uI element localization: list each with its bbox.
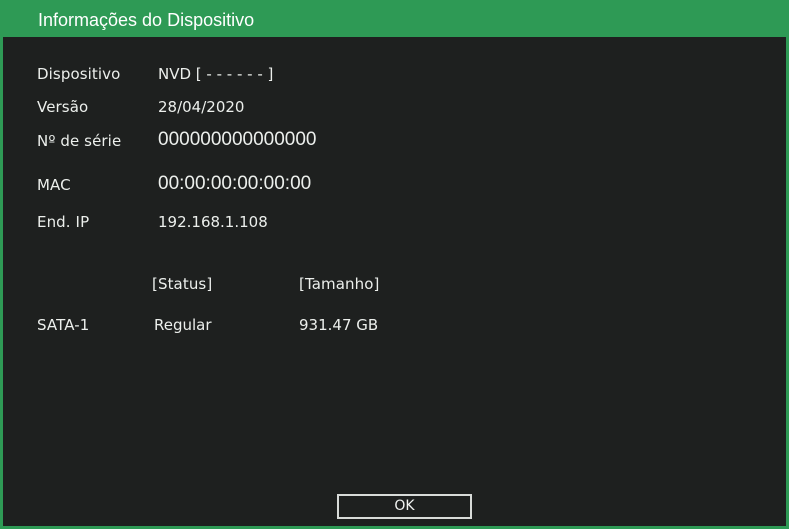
device-label: Dispositivo (37, 65, 121, 83)
version-label: Versão (37, 98, 89, 116)
ip-value: 192.168.1.108 (158, 213, 268, 231)
serial-value: 000000000000000 (158, 129, 317, 150)
mac-value: 00:00:00:00:00:00 (158, 173, 312, 194)
dialog-title: Informações do Dispositivo (38, 10, 255, 30)
device-value: NVD [ - - - - - - ] (158, 65, 274, 83)
version-value: 28/04/2020 (158, 98, 245, 116)
ip-label: End. IP (37, 213, 90, 231)
size-column-header: [Tamanho] (299, 275, 380, 293)
disk-status: Regular (154, 316, 212, 334)
disk-name: SATA-1 (37, 316, 90, 334)
serial-label: Nº de série (37, 132, 122, 150)
status-column-header: [Status] (152, 275, 213, 293)
disk-size: 931.47 GB (299, 316, 379, 334)
mac-label: MAC (37, 176, 71, 194)
title-bar: Informações do Dispositivo (3, 3, 786, 37)
ok-button[interactable]: OK (337, 494, 472, 519)
device-info-dialog: Informações do Dispositivo Dispositivo N… (0, 0, 789, 529)
